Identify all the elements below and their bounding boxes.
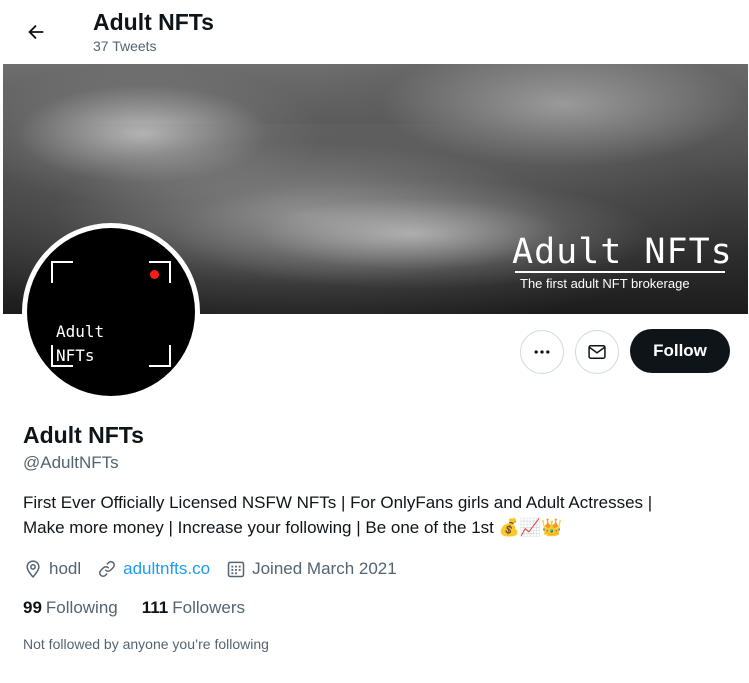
profile-meta: hodl adultnfts.co Joined March 2021: [23, 557, 413, 581]
record-dot-icon: [150, 270, 159, 279]
website-link[interactable]: adultnfts.co: [123, 559, 210, 579]
message-button[interactable]: [575, 330, 619, 374]
followers-link[interactable]: 111 Followers: [142, 598, 245, 618]
follow-stats: 99 Following 111 Followers: [23, 597, 269, 619]
following-count: 99: [23, 598, 42, 617]
envelope-icon: [588, 345, 606, 359]
user-handle: @AdultNFTs: [23, 453, 119, 472]
followers-label: Followers: [172, 598, 245, 617]
viewfinder-corner: [51, 261, 73, 283]
display-name: Adult NFTs: [23, 422, 144, 448]
bio-line: First Ever Officially Licensed NSFW NFTs…: [23, 493, 653, 512]
bio-emojis: 💰📈👑: [498, 518, 563, 538]
more-button[interactable]: [520, 330, 564, 374]
follow-button[interactable]: Follow: [630, 329, 730, 373]
bio-text: Make more money | Increase your followin…: [23, 518, 499, 537]
banner-logo-text: Adult NFTs: [512, 232, 733, 272]
bio-line: Make more money | Increase your followin…: [23, 515, 733, 541]
header-tweet-count: 37 Tweets: [93, 38, 157, 54]
arrow-left-icon: [28, 24, 44, 40]
header-name: Adult NFTs: [93, 9, 214, 35]
banner-tagline: The first adult NFT brokerage: [520, 276, 690, 291]
profile-header: Adult NFTs 37 Tweets: [0, 0, 749, 64]
profile-bio: First Ever Officially Licensed NSFW NFTs…: [23, 490, 733, 541]
not-followed-note: Not followed by anyone you’re following: [23, 636, 269, 652]
viewfinder-corner: [149, 345, 171, 367]
location-text: hodl: [49, 559, 82, 578]
location-item: hodl: [23, 559, 81, 579]
banner-divider: [515, 271, 725, 273]
link-icon: [99, 561, 116, 577]
avatar-text: Adult NFTs: [56, 322, 105, 365]
followers-count: 111: [141, 598, 169, 617]
following-link[interactable]: 99 Following: [23, 598, 118, 618]
following-label: Following: [45, 598, 118, 617]
more-horizontal-icon: [534, 350, 550, 354]
website-item: adultnfts.co: [97, 559, 210, 579]
avatar[interactable]: Adult NFTs: [27, 228, 195, 396]
joined-text: Joined March 2021: [252, 559, 397, 578]
back-button[interactable]: [16, 14, 56, 50]
calendar-icon: [227, 561, 245, 578]
location-pin-icon: [26, 560, 40, 578]
joined-item: Joined March 2021: [226, 559, 397, 579]
